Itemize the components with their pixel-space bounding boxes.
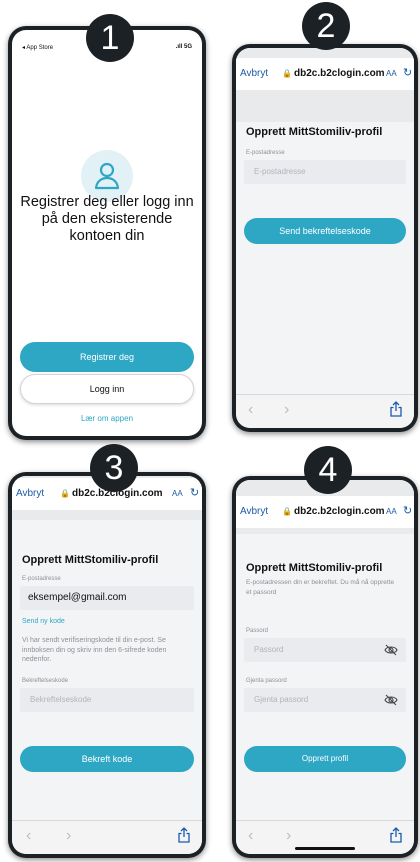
welcome-headline: Registrer deg eller logg inn på den eksi… — [20, 194, 194, 244]
lock-icon: 🔒 — [60, 489, 70, 498]
create-password-screen: Avbryt 🔒 db2c.b2clogin.com AA ↻ Opprett … — [236, 480, 414, 854]
chevron-left-icon[interactable]: ‹ — [248, 827, 253, 845]
browser-top: Avbryt 🔒 db2c.b2clogin.com AA ↻ — [236, 48, 414, 122]
text-size-button[interactable]: AA — [386, 507, 397, 516]
email-input[interactable]: eksempel@gmail.com — [20, 586, 194, 610]
chevron-left-icon[interactable]: ‹ — [26, 827, 31, 845]
learn-about-app-link[interactable]: Lær om appen — [12, 414, 202, 423]
login-button[interactable]: Logg inn — [20, 374, 194, 404]
onboarding-steps: ◂ App Store .ıll 5G Registrer deg eller … — [0, 0, 420, 862]
code-label: Bekreftelseskode — [22, 678, 69, 684]
resend-code-link[interactable]: Send ny kode — [22, 618, 65, 625]
repeat-password-label: Gjenta passord — [246, 678, 287, 684]
password-input[interactable]: Passord — [244, 638, 406, 662]
reload-icon[interactable]: ↻ — [403, 66, 412, 79]
browser-bottom-bar: ‹ › — [236, 394, 414, 428]
chevron-right-icon[interactable]: › — [66, 827, 71, 845]
welcome-screen: ◂ App Store .ıll 5G Registrer deg eller … — [12, 30, 202, 436]
password-label: Passord — [246, 628, 269, 634]
email-label: E-postadresse — [22, 576, 61, 582]
send-code-button[interactable]: Send bekreftelseskode — [244, 218, 406, 244]
step-badge-2: 2 — [302, 2, 350, 50]
form-title: Opprett MittStomiliv-profil — [22, 554, 159, 566]
phone-step-4: Avbryt 🔒 db2c.b2clogin.com AA ↻ Opprett … — [232, 476, 418, 858]
cancel-link[interactable]: Avbryt — [240, 68, 268, 79]
browser-bottom-bar: ‹ › — [12, 820, 202, 854]
repeat-password-placeholder: Gjenta passord — [254, 695, 309, 704]
password-placeholder: Passord — [254, 645, 284, 654]
step-badge-4: 4 — [304, 446, 352, 494]
repeat-password-input[interactable]: Gjenta passord — [244, 688, 406, 712]
reload-icon[interactable]: ↻ — [403, 504, 412, 517]
code-input[interactable]: Bekreftelseskode — [20, 688, 194, 712]
create-profile-button[interactable]: Opprett profil — [244, 746, 406, 772]
reload-icon[interactable]: ↻ — [190, 486, 199, 499]
domain-text: db2c.b2clogin.com — [294, 506, 385, 517]
share-icon[interactable] — [390, 827, 402, 843]
chevron-right-icon[interactable]: › — [284, 401, 289, 419]
status-signal: .ıll 5G — [175, 44, 192, 50]
form-title: Opprett MittStomiliv-profil — [246, 126, 383, 138]
share-icon[interactable] — [390, 401, 402, 417]
domain-text: db2c.b2clogin.com — [294, 68, 385, 79]
step-badge-1: 1 — [86, 14, 134, 62]
verify-code-screen: Avbryt 🔒 db2c.b2clogin.com AA ↻ Opprett … — [12, 476, 202, 854]
verification-info: Vi har sendt verifiseringskode til din e… — [22, 637, 167, 663]
lock-icon: 🔒 — [282, 69, 292, 78]
phone-step-1: ◂ App Store .ıll 5G Registrer deg eller … — [8, 26, 206, 440]
email-label: E-postadresse — [246, 150, 285, 156]
email-confirmed-info: E-postadressen din er bekreftet. Du må n… — [246, 579, 395, 596]
chevron-right-icon[interactable]: › — [286, 827, 291, 845]
email-value: eksempel@gmail.com — [28, 592, 127, 603]
lock-icon: 🔒 — [282, 507, 292, 516]
user-icon — [94, 162, 120, 190]
home-indicator — [295, 847, 355, 850]
url-bar: Avbryt 🔒 db2c.b2clogin.com AA ↻ — [236, 58, 414, 90]
eye-off-icon[interactable] — [384, 694, 398, 706]
phone-step-3: Avbryt 🔒 db2c.b2clogin.com AA ↻ Opprett … — [8, 472, 206, 858]
browser-bottom-bar: ‹ › — [236, 820, 414, 854]
text-size-button[interactable]: AA — [386, 69, 397, 78]
url-bar: Avbryt 🔒 db2c.b2clogin.com AA ↻ — [236, 496, 414, 528]
eye-off-icon[interactable] — [384, 644, 398, 656]
status-back-app[interactable]: ◂ App Store — [22, 44, 53, 51]
phone-step-2: Avbryt 🔒 db2c.b2clogin.com AA ↻ Opprett … — [232, 44, 418, 432]
form-title: Opprett MittStomiliv-profil — [246, 562, 383, 574]
text-size-button[interactable]: AA — [172, 489, 183, 498]
step-badge-3: 3 — [90, 444, 138, 492]
code-placeholder: Bekreftelseskode — [30, 695, 92, 704]
share-icon[interactable] — [178, 827, 190, 843]
email-placeholder: E-postadresse — [254, 167, 306, 176]
confirm-code-button[interactable]: Bekreft kode — [20, 746, 194, 772]
email-screen: Avbryt 🔒 db2c.b2clogin.com AA ↻ Opprett … — [236, 48, 414, 428]
register-button[interactable]: Registrer deg — [20, 342, 194, 372]
chevron-left-icon[interactable]: ‹ — [248, 401, 253, 419]
cancel-link[interactable]: Avbryt — [16, 488, 44, 499]
cancel-link[interactable]: Avbryt — [240, 506, 268, 517]
email-input[interactable]: E-postadresse — [244, 160, 406, 184]
